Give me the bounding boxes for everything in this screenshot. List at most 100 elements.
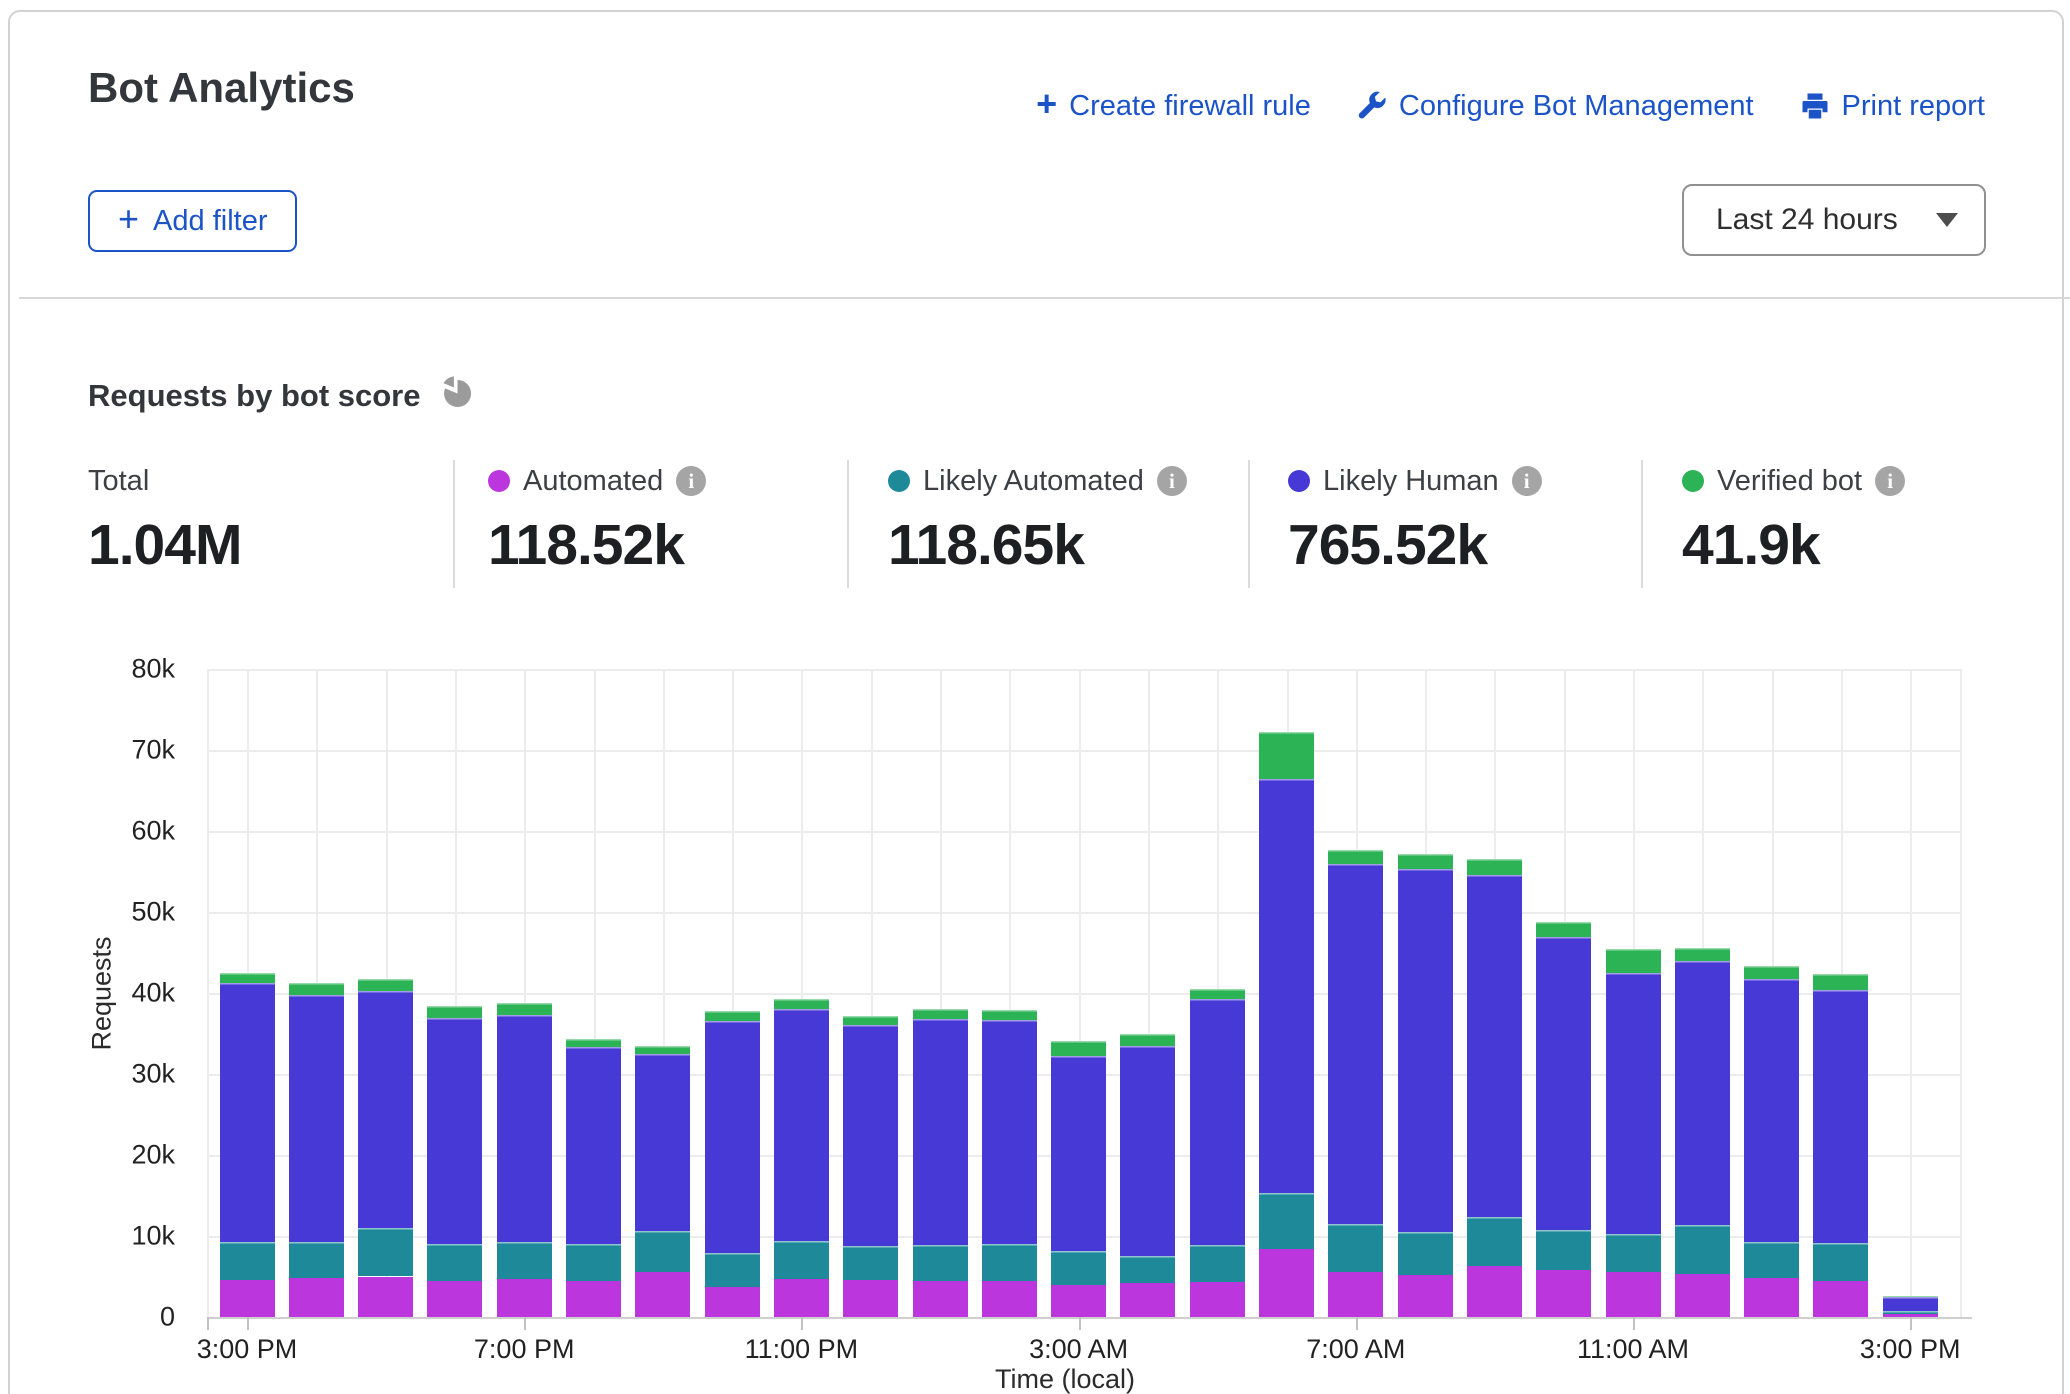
- bar-segment-automated[interactable]: [1744, 1278, 1799, 1317]
- bar-segment-likely-automated[interactable]: [843, 1246, 898, 1280]
- bar-segment-likely-automated[interactable]: [1813, 1243, 1868, 1280]
- print-report-link[interactable]: Print report: [1800, 90, 1985, 123]
- bar-segment-likely-automated[interactable]: [1883, 1311, 1938, 1314]
- bar-segment-likely-automated[interactable]: [1675, 1225, 1730, 1274]
- bar-segment-automated[interactable]: [913, 1281, 968, 1317]
- create-firewall-rule-link[interactable]: + Create firewall rule: [1036, 88, 1311, 124]
- bar-segment-verified-bot[interactable]: [1744, 966, 1799, 979]
- add-filter-button[interactable]: + Add filter: [88, 190, 297, 252]
- bar-segment-automated[interactable]: [566, 1281, 621, 1317]
- bar-segment-likely-automated[interactable]: [497, 1242, 552, 1279]
- bar-segment-verified-bot[interactable]: [1328, 850, 1383, 864]
- bar-segment-likely-automated[interactable]: [566, 1244, 621, 1281]
- bar-segment-likely-human[interactable]: [566, 1047, 621, 1244]
- bar-segment-automated[interactable]: [1398, 1275, 1453, 1317]
- info-icon[interactable]: i: [1512, 466, 1542, 496]
- bar-segment-verified-bot[interactable]: [220, 973, 275, 984]
- bar-segment-automated[interactable]: [705, 1287, 760, 1317]
- bar-segment-likely-human[interactable]: [913, 1019, 968, 1245]
- bar-segment-automated[interactable]: [1536, 1270, 1591, 1317]
- bar-segment-likely-human[interactable]: [1398, 869, 1453, 1232]
- bar-segment-likely-automated[interactable]: [705, 1253, 760, 1287]
- bar-segment-verified-bot[interactable]: [843, 1016, 898, 1026]
- info-icon[interactable]: i: [676, 466, 706, 496]
- bar-segment-likely-human[interactable]: [1259, 779, 1314, 1193]
- bar-segment-likely-human[interactable]: [982, 1020, 1037, 1244]
- bar-segment-likely-automated[interactable]: [1606, 1234, 1661, 1273]
- bar-segment-verified-bot[interactable]: [1190, 989, 1245, 1000]
- bar-segment-likely-automated[interactable]: [358, 1228, 413, 1277]
- bar-segment-verified-bot[interactable]: [1675, 948, 1730, 962]
- bar-segment-automated[interactable]: [982, 1281, 1037, 1317]
- bar-segment-verified-bot[interactable]: [774, 999, 829, 1009]
- bar-segment-verified-bot[interactable]: [566, 1039, 621, 1047]
- bar-segment-likely-automated[interactable]: [289, 1242, 344, 1278]
- bar-segment-likely-human[interactable]: [635, 1054, 690, 1231]
- bar-segment-likely-human[interactable]: [843, 1025, 898, 1245]
- bar-segment-verified-bot[interactable]: [1051, 1041, 1106, 1056]
- bar-segment-verified-bot[interactable]: [1120, 1034, 1175, 1046]
- bar-segment-likely-automated[interactable]: [1190, 1245, 1245, 1282]
- bar-segment-verified-bot[interactable]: [289, 983, 344, 994]
- bar-segment-verified-bot[interactable]: [1467, 859, 1522, 874]
- bar-segment-likely-human[interactable]: [774, 1009, 829, 1241]
- bar-segment-likely-automated[interactable]: [1536, 1230, 1591, 1271]
- bar-segment-likely-human[interactable]: [1120, 1046, 1175, 1256]
- bar-segment-automated[interactable]: [1606, 1272, 1661, 1317]
- info-icon[interactable]: i: [1875, 466, 1905, 496]
- bar-segment-likely-automated[interactable]: [774, 1241, 829, 1279]
- bar-segment-likely-automated[interactable]: [982, 1244, 1037, 1280]
- bar-segment-verified-bot[interactable]: [1536, 922, 1591, 937]
- bar-segment-verified-bot[interactable]: [982, 1010, 1037, 1020]
- bar-segment-likely-human[interactable]: [1190, 999, 1245, 1244]
- bar-segment-automated[interactable]: [1120, 1283, 1175, 1317]
- bar-segment-likely-automated[interactable]: [427, 1244, 482, 1281]
- configure-bot-management-link[interactable]: Configure Bot Management: [1357, 90, 1754, 123]
- bar-segment-likely-automated[interactable]: [1259, 1193, 1314, 1249]
- info-icon[interactable]: i: [1157, 466, 1187, 496]
- bar-segment-automated[interactable]: [1675, 1274, 1730, 1317]
- time-range-select[interactable]: Last 24 hours: [1682, 184, 1986, 256]
- bar-segment-verified-bot[interactable]: [1259, 732, 1314, 779]
- bar-segment-automated[interactable]: [1328, 1272, 1383, 1317]
- bar-segment-verified-bot[interactable]: [705, 1011, 760, 1021]
- bar-segment-automated[interactable]: [289, 1278, 344, 1317]
- bar-segment-verified-bot[interactable]: [497, 1003, 552, 1015]
- bar-segment-likely-human[interactable]: [1883, 1297, 1938, 1311]
- bar-segment-automated[interactable]: [497, 1279, 552, 1317]
- bar-segment-likely-automated[interactable]: [1398, 1232, 1453, 1275]
- bar-segment-automated[interactable]: [1051, 1285, 1106, 1317]
- bar-segment-likely-human[interactable]: [1744, 979, 1799, 1241]
- bar-segment-likely-automated[interactable]: [635, 1231, 690, 1272]
- bar-segment-automated[interactable]: [774, 1279, 829, 1317]
- bar-segment-likely-human[interactable]: [220, 983, 275, 1242]
- bar-segment-likely-human[interactable]: [705, 1021, 760, 1253]
- bar-segment-verified-bot[interactable]: [635, 1046, 690, 1054]
- bar-segment-likely-human[interactable]: [1051, 1056, 1106, 1250]
- bar-segment-automated[interactable]: [1467, 1266, 1522, 1317]
- bar-segment-likely-human[interactable]: [427, 1018, 482, 1244]
- bar-segment-likely-human[interactable]: [358, 991, 413, 1228]
- bar-segment-likely-human[interactable]: [1813, 990, 1868, 1244]
- bar-segment-likely-human[interactable]: [1328, 864, 1383, 1224]
- bar-segment-automated[interactable]: [1883, 1314, 1938, 1317]
- bar-segment-automated[interactable]: [220, 1280, 275, 1317]
- bar-segment-likely-automated[interactable]: [1328, 1224, 1383, 1273]
- bar-segment-likely-human[interactable]: [1675, 961, 1730, 1225]
- bar-segment-verified-bot[interactable]: [1813, 974, 1868, 989]
- bar-segment-verified-bot[interactable]: [1606, 949, 1661, 972]
- bar-segment-likely-automated[interactable]: [1467, 1217, 1522, 1266]
- bar-segment-automated[interactable]: [843, 1280, 898, 1317]
- bar-segment-likely-automated[interactable]: [1120, 1256, 1175, 1283]
- bar-segment-likely-human[interactable]: [289, 995, 344, 1242]
- bar-segment-automated[interactable]: [358, 1277, 413, 1318]
- bar-segment-automated[interactable]: [1190, 1282, 1245, 1317]
- bar-segment-automated[interactable]: [1813, 1281, 1868, 1317]
- bar-segment-likely-automated[interactable]: [1744, 1242, 1799, 1278]
- bar-segment-likely-human[interactable]: [1467, 875, 1522, 1218]
- bar-segment-verified-bot[interactable]: [1398, 854, 1453, 869]
- bar-segment-likely-automated[interactable]: [1051, 1251, 1106, 1285]
- bar-segment-verified-bot[interactable]: [358, 979, 413, 991]
- bar-segment-verified-bot[interactable]: [913, 1009, 968, 1019]
- bar-segment-likely-automated[interactable]: [220, 1242, 275, 1279]
